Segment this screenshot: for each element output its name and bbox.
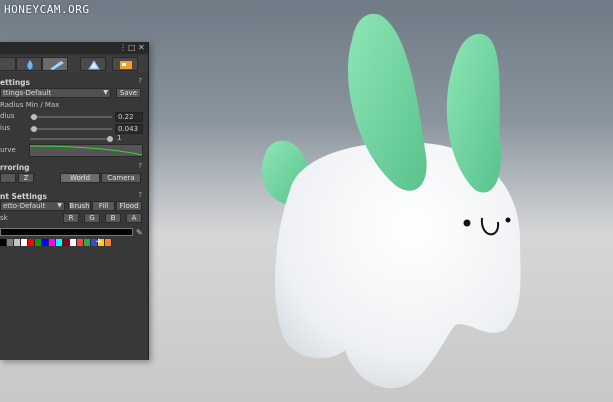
- palette-swatch[interactable]: [63, 239, 70, 246]
- panel-titlebar: ⋮ □ ✕: [0, 42, 148, 54]
- palette-swatch[interactable]: [28, 239, 35, 246]
- tool-tab-sculpt[interactable]: [42, 57, 68, 71]
- radius-max-slider-track[interactable]: [30, 128, 112, 130]
- palette-swatch[interactable]: [56, 239, 63, 246]
- radius-min-slider-track[interactable]: [30, 116, 112, 118]
- mirror-z-button[interactable]: Z: [18, 173, 34, 183]
- radius-max-value[interactable]: 0.043: [115, 124, 143, 134]
- palette-swatch[interactable]: [84, 239, 91, 246]
- settings-header: ettings: [0, 78, 30, 87]
- brush-mode-button[interactable]: Brush: [68, 201, 91, 211]
- eye-right: [505, 217, 511, 223]
- camera-space-button[interactable]: Camera: [101, 173, 141, 183]
- eye-left: [463, 219, 471, 227]
- menu-icon[interactable]: ⋮: [119, 42, 127, 54]
- mask-g-button[interactable]: G: [84, 213, 100, 223]
- mask-a-button[interactable]: A: [126, 213, 142, 223]
- help-icon[interactable]: ?: [138, 77, 142, 85]
- radius-min-label: dius: [0, 112, 15, 120]
- chevron-down-icon: ▼: [103, 89, 108, 96]
- tool-tabs: [0, 56, 148, 72]
- tool-tab-paint[interactable]: [112, 57, 138, 71]
- chevron-down-icon: ▼: [57, 202, 62, 209]
- tool-tab-drop[interactable]: [16, 57, 42, 71]
- sculpt-tool-panel: ⋮ □ ✕ ettings ? ttings-Default ▼ Save Ra…: [0, 42, 149, 360]
- falloff-curve-graph: [29, 145, 143, 156]
- paint-icon: [120, 61, 132, 69]
- watermark-text: HONEYCAM.ORG: [4, 3, 90, 16]
- palette-swatch[interactable]: [35, 239, 42, 246]
- curve-label: urve: [0, 146, 16, 154]
- add-color-icon[interactable]: +: [95, 237, 103, 247]
- palette-swatch[interactable]: [21, 239, 28, 246]
- world-space-button[interactable]: World: [60, 173, 100, 183]
- eyedropper-icon[interactable]: ✎: [136, 228, 143, 237]
- mask-b-button[interactable]: B: [105, 213, 121, 223]
- help-icon-mirroring[interactable]: ?: [138, 162, 142, 170]
- strength-slider-thumb[interactable]: [107, 136, 113, 142]
- palette-swatch[interactable]: [70, 239, 77, 246]
- palette-dropdown-value: etto-Default: [3, 202, 46, 210]
- brush-icon: [50, 61, 64, 70]
- mask-r-button[interactable]: R: [63, 213, 79, 223]
- radius-min-slider-thumb[interactable]: [31, 114, 37, 120]
- palette-swatch[interactable]: [77, 239, 84, 246]
- mirror-y-button[interactable]: [0, 173, 16, 183]
- radius-min-value[interactable]: 0.22: [115, 112, 143, 122]
- fill-mode-button[interactable]: Fill: [92, 201, 115, 211]
- mirroring-header: rroring: [0, 163, 30, 172]
- help-icon-paint[interactable]: ?: [138, 191, 142, 199]
- tool-tab-partial[interactable]: [0, 57, 16, 71]
- drop-icon: [27, 60, 33, 70]
- settings-preset-value: ttings-Default: [3, 89, 52, 97]
- radius-max-label: ius: [0, 124, 11, 132]
- paint-settings-header: nt Settings: [0, 192, 47, 201]
- flood-mode-button[interactable]: Flood: [116, 201, 142, 211]
- radius-header: Radius Min / Max: [0, 101, 60, 109]
- mesh-icon: [88, 60, 100, 70]
- close-icon[interactable]: ✕: [138, 42, 145, 54]
- mask-label: sk: [0, 214, 8, 222]
- palette-swatch[interactable]: [42, 239, 49, 246]
- strength-slider-track[interactable]: [30, 138, 112, 140]
- settings-preset-dropdown[interactable]: ttings-Default ▼: [0, 88, 111, 98]
- palette-swatch[interactable]: [0, 239, 7, 246]
- save-button[interactable]: Save: [116, 88, 141, 98]
- falloff-curve-field[interactable]: [29, 144, 143, 157]
- tool-tab-mesh[interactable]: [80, 57, 106, 71]
- strength-value[interactable]: 1: [115, 134, 143, 144]
- palette-swatch[interactable]: [7, 239, 14, 246]
- radius-max-slider-thumb[interactable]: [31, 126, 37, 132]
- palette-swatch[interactable]: [105, 239, 112, 246]
- palette-swatch[interactable]: [49, 239, 56, 246]
- palette-dropdown[interactable]: etto-Default ▼: [0, 201, 65, 211]
- palette-swatch[interactable]: [14, 239, 21, 246]
- maximize-icon[interactable]: □: [128, 42, 136, 54]
- current-color-field[interactable]: [0, 228, 133, 236]
